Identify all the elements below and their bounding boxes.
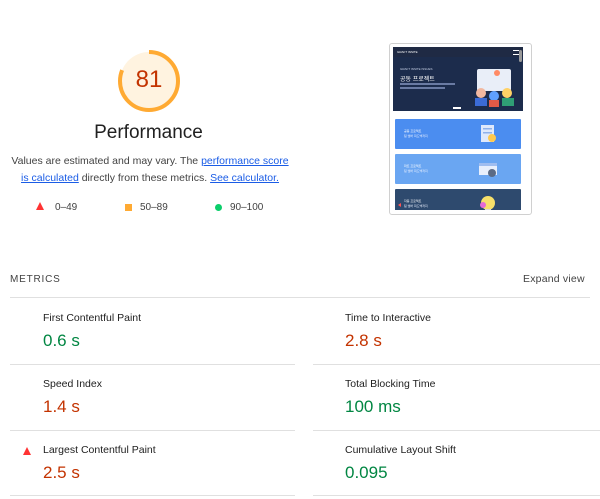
metric-name-tbt: Total Blocking Time bbox=[345, 378, 436, 390]
metrics-row-divider bbox=[10, 495, 295, 496]
category-title: Performance bbox=[94, 122, 203, 143]
screenshot-card-3: 자동 프로젝트 팀 멤버 피드백까지 bbox=[395, 189, 521, 210]
card-subtitle: 팀 멤버 피드백까지 bbox=[404, 134, 428, 138]
carousel-arrow-icon bbox=[398, 203, 401, 207]
legend-average-label: 50–89 bbox=[140, 202, 168, 213]
card-title: 파트 프로젝트 bbox=[404, 164, 422, 168]
screenshot-logo: GRAFT INSITE bbox=[397, 50, 418, 54]
metrics-row-divider bbox=[313, 495, 600, 496]
screenshot-scrollbar bbox=[519, 50, 522, 62]
metric-value-lcp: 2.5 s bbox=[43, 463, 80, 482]
final-screenshot[interactable]: GRAFT INSITE GRAFT INSITE ISSUES 공동 프로젝트… bbox=[389, 43, 532, 215]
hero-small-text: GRAFT INSITE ISSUES bbox=[400, 67, 433, 71]
hero-text-line bbox=[400, 83, 455, 85]
hero-illustration bbox=[475, 69, 514, 107]
legend-pass-label: 90–100 bbox=[230, 202, 264, 213]
fail-triangle-icon bbox=[23, 447, 31, 455]
metrics-row-divider bbox=[10, 430, 295, 431]
score-description: Values are estimated and may vary. The p… bbox=[10, 153, 290, 187]
screenshot-page: GRAFT INSITE GRAFT INSITE ISSUES 공동 프로젝트… bbox=[393, 47, 523, 210]
legend-fail-label: 0–49 bbox=[55, 202, 78, 213]
metric-name-cls: Cumulative Layout Shift bbox=[345, 444, 456, 456]
card-title: 자동 프로젝트 bbox=[404, 199, 422, 203]
metrics-divider bbox=[10, 297, 590, 298]
description-text: Values are estimated and may vary. The bbox=[11, 155, 202, 167]
card-subtitle: 팀 멤버 피드백까지 bbox=[404, 169, 428, 173]
metric-value-tbt: 100 ms bbox=[345, 397, 401, 416]
metric-value-cls: 0.095 bbox=[345, 463, 388, 482]
screenshot-card-2: 파트 프로젝트 팀 멤버 피드백까지 bbox=[395, 154, 521, 184]
metric-value-tti: 2.8 s bbox=[345, 331, 382, 350]
metrics-row-divider bbox=[313, 430, 600, 431]
metric-value-si: 1.4 s bbox=[43, 397, 80, 416]
hero-pager bbox=[453, 107, 461, 109]
window-illustration-icon bbox=[479, 163, 497, 177]
metrics-heading: METRICS bbox=[10, 274, 61, 285]
screenshot-card-1: 공동 프로젝트 팀 멤버 피드백까지 bbox=[395, 119, 521, 149]
average-square-icon bbox=[125, 203, 132, 211]
metric-name-si: Speed Index bbox=[43, 378, 102, 390]
card-subtitle: 팀 멤버 피드백까지 bbox=[404, 204, 428, 208]
metric-name-fcp: First Contentful Paint bbox=[43, 312, 142, 324]
pass-circle-icon bbox=[215, 203, 222, 211]
metrics-row-divider bbox=[10, 364, 295, 365]
metrics-row-divider bbox=[313, 364, 600, 365]
expand-view-button[interactable]: Expand view bbox=[523, 273, 585, 285]
legend-fail: 0–49 bbox=[36, 201, 77, 215]
see-calculator-link[interactable]: See calculator. bbox=[210, 172, 279, 184]
legend-average: 50–89 bbox=[125, 201, 168, 215]
metric-value-fcp: 0.6 s bbox=[43, 331, 80, 350]
hero-text-line bbox=[400, 87, 445, 89]
metric-name-tti: Time to Interactive bbox=[345, 312, 431, 324]
bulb-illustration-icon bbox=[480, 196, 495, 210]
screenshot-header: GRAFT INSITE bbox=[393, 47, 523, 57]
metric-name-lcp: Largest Contentful Paint bbox=[43, 444, 156, 456]
card-title: 공동 프로젝트 bbox=[404, 129, 422, 133]
screenshot-hero: GRAFT INSITE ISSUES 공동 프로젝트 bbox=[393, 57, 523, 111]
performance-score: 81 bbox=[135, 66, 163, 93]
hero-title: 공동 프로젝트 bbox=[400, 77, 435, 83]
description-text-2: directly from these metrics. bbox=[78, 172, 211, 184]
fail-triangle-icon bbox=[36, 202, 44, 211]
legend-pass: 90–100 bbox=[215, 201, 263, 215]
document-illustration-icon bbox=[481, 125, 496, 142]
